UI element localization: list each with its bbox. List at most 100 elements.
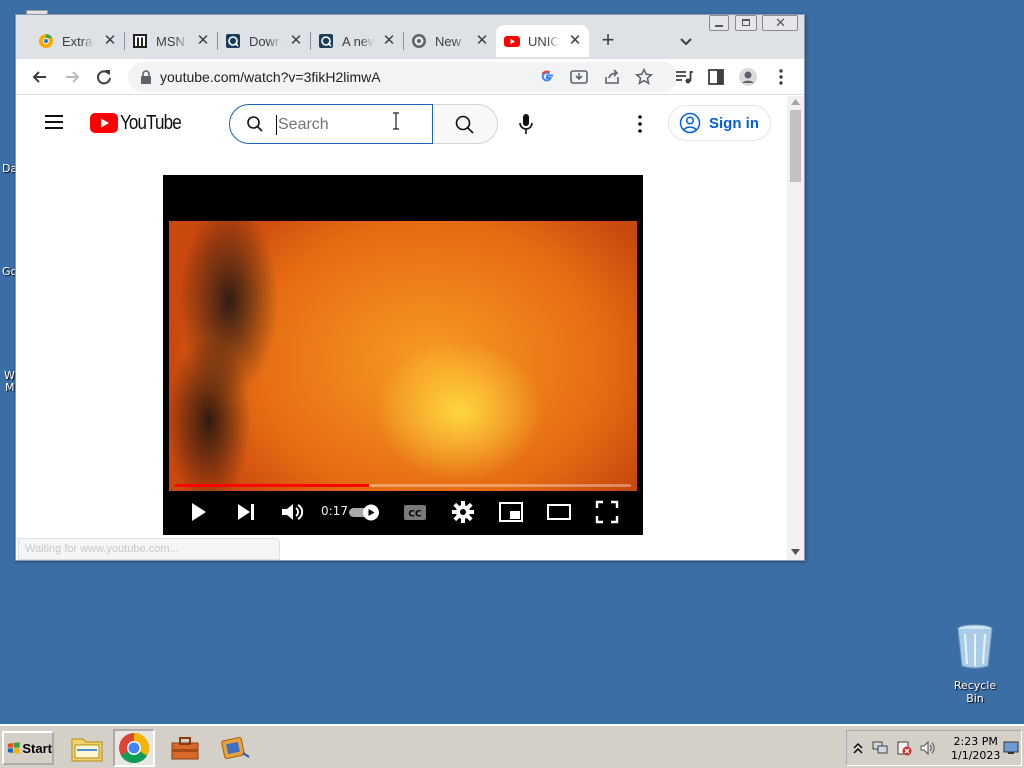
document-icon [226, 34, 240, 48]
captions-icon[interactable]: CC [402, 499, 428, 525]
start-label: Start [22, 740, 52, 756]
start-button[interactable]: Start [2, 731, 54, 765]
close-tab-icon[interactable]: ✕ [474, 33, 490, 49]
clock[interactable]: 2:23 PM 1/1/2023 [951, 735, 1000, 763]
settings-gear-icon[interactable] [450, 499, 476, 525]
tab-title: New [435, 33, 462, 49]
recycle-bin[interactable]: Recycle Bin [944, 622, 1006, 705]
msn-icon [133, 34, 147, 48]
microphone-icon[interactable] [517, 113, 535, 135]
volume-icon[interactable] [279, 499, 305, 525]
browser-window: Extrac ✕ MSN ✕ Down ✕ A new ✕ New [15, 14, 805, 561]
time-display: 0:17 [321, 504, 347, 518]
progress-fill [175, 484, 369, 487]
scroll-down-arrow-icon[interactable] [791, 549, 800, 555]
hamburger-menu-icon[interactable] [44, 113, 64, 131]
kebab-menu-icon[interactable] [771, 67, 791, 87]
clock-time: 2:23 PM [953, 735, 998, 748]
play-icon[interactable] [185, 499, 211, 525]
search-icon [455, 115, 474, 134]
toolbox-icon [171, 737, 199, 760]
fullscreen-icon[interactable] [594, 499, 620, 525]
text-cursor-icon [393, 112, 399, 130]
youtube-logo-icon [90, 113, 118, 133]
sign-in-button[interactable]: Sign in [668, 105, 771, 141]
maximize-button[interactable] [735, 15, 757, 31]
tab-extract[interactable]: Extrac ✕ [30, 25, 125, 57]
show-hidden-icons-icon[interactable] [853, 741, 863, 755]
system-tray: 2:23 PM 1/1/2023 [846, 730, 1022, 766]
taskbar-chrome[interactable] [113, 729, 155, 767]
action-center-warning-icon[interactable] [895, 740, 913, 756]
show-desktop-icon[interactable] [1003, 741, 1019, 755]
account-circle-icon [679, 112, 701, 134]
tab-title: Down [249, 33, 281, 49]
scroll-up-arrow-icon[interactable] [791, 99, 800, 105]
miniplayer-icon[interactable] [498, 499, 524, 525]
chrome-canary-icon [39, 34, 53, 48]
autoplay-toggle-icon[interactable] [347, 502, 381, 522]
tab-youtube-active[interactable]: UNIC ✕ [496, 25, 589, 57]
back-arrow-icon[interactable] [30, 67, 50, 87]
taskbar-app-4[interactable] [213, 729, 255, 767]
media-player-icon [221, 736, 250, 760]
search-box[interactable] [229, 104, 433, 144]
volume-tray-icon[interactable] [919, 740, 937, 756]
profile-avatar-icon[interactable] [738, 67, 758, 87]
browser-toolbar: youtube.com/watch?v=3fikH2limwA [16, 59, 804, 95]
taskbar: Start 2:23 PM 1/1/2023 [0, 724, 1024, 768]
taskbar-app-3[interactable] [164, 729, 206, 767]
globe-icon [412, 34, 426, 48]
close-tab-icon[interactable]: ✕ [195, 33, 211, 49]
close-tab-icon[interactable]: ✕ [381, 33, 397, 49]
tab-msn[interactable]: MSN ✕ [124, 25, 218, 57]
tab-title: MSN [156, 33, 185, 49]
tab-new[interactable]: New ✕ [403, 25, 496, 57]
search-icon [247, 116, 263, 132]
settings-menu-icon[interactable] [636, 114, 644, 134]
close-tab-icon[interactable]: ✕ [102, 33, 118, 49]
youtube-icon [504, 36, 520, 47]
close-tab-icon[interactable]: ✕ [288, 33, 304, 49]
tab-a-new[interactable]: A new ✕ [310, 25, 404, 57]
tab-download[interactable]: Down ✕ [217, 25, 311, 57]
url-text[interactable]: youtube.com/watch?v=3fikH2limwA [160, 69, 381, 85]
install-app-icon[interactable] [570, 69, 588, 85]
forward-arrow-icon[interactable] [62, 67, 82, 87]
video-player[interactable]: 0:17 CC [163, 175, 643, 535]
youtube-logo[interactable]: YouTube [90, 112, 192, 134]
recycle-bin-label: Recycle Bin [953, 679, 997, 705]
tab-strip: Extrac ✕ MSN ✕ Down ✕ A new ✕ New [16, 15, 804, 59]
vertical-scrollbar[interactable] [787, 96, 804, 560]
taskbar-file-explorer[interactable] [66, 729, 108, 767]
desktop-icon-label[interactable]: M [5, 381, 15, 394]
next-icon[interactable] [233, 499, 259, 525]
clock-date: 1/1/2023 [951, 749, 1001, 762]
tab-title: Extrac [62, 33, 94, 49]
minimize-button[interactable] [709, 15, 729, 31]
close-window-button[interactable]: ✕ [762, 15, 798, 31]
scrollbar-thumb[interactable] [790, 110, 801, 182]
side-panel-icon[interactable] [706, 67, 726, 87]
tab-title: A new [342, 33, 374, 49]
network-icon[interactable] [871, 740, 889, 756]
youtube-logo-text: YouTube [120, 111, 182, 134]
page-content: YouTube Sign in 0:17 C [16, 96, 788, 560]
video-frame[interactable] [169, 221, 637, 491]
media-queue-icon[interactable] [674, 67, 694, 87]
search-button[interactable] [433, 104, 498, 144]
share-icon[interactable] [603, 69, 621, 85]
svg-text:CC: CC [408, 510, 422, 520]
windows-logo-icon [7, 742, 20, 754]
close-tab-icon[interactable]: ✕ [567, 33, 583, 49]
progress-bar[interactable] [175, 484, 631, 487]
theater-mode-icon[interactable] [546, 499, 572, 525]
google-lens-icon[interactable] [539, 69, 555, 85]
bookmark-star-icon[interactable] [635, 68, 653, 86]
reload-icon[interactable] [94, 67, 114, 87]
chrome-icon [119, 732, 149, 764]
lock-icon[interactable] [140, 70, 152, 84]
address-bar[interactable]: youtube.com/watch?v=3fikH2limwA [128, 62, 678, 92]
chevron-down-icon[interactable] [676, 31, 696, 51]
new-tab-button[interactable]: + [598, 29, 618, 51]
